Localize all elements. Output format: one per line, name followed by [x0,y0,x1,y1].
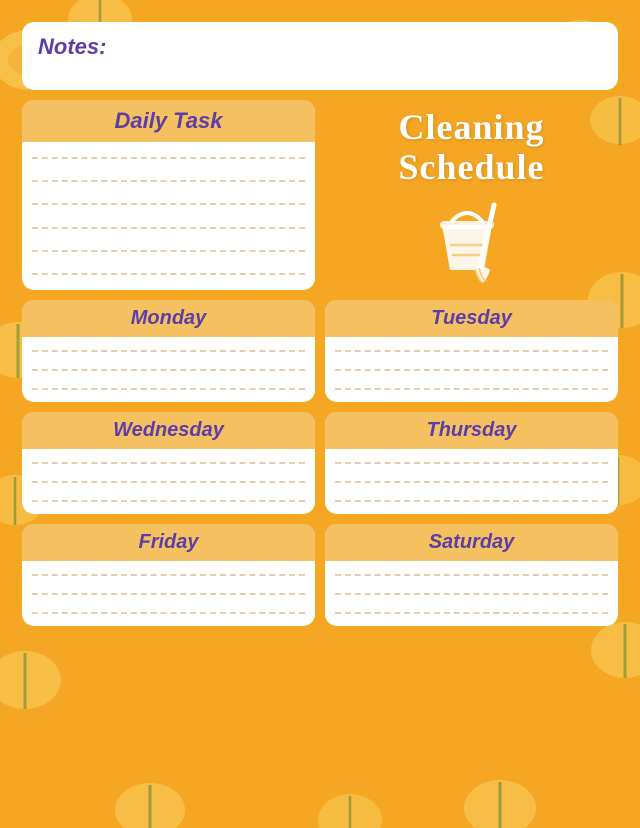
friday-card: Friday [22,524,315,626]
tuesday-card: Tuesday [325,300,618,402]
line [32,388,305,390]
thursday-label: Thursday [426,419,516,441]
line-6 [32,273,305,275]
cleaning-line2: Schedule [398,147,544,187]
saturday-card: Saturday [325,524,618,626]
line [32,350,305,352]
cleaning-icon [422,195,522,290]
notes-label: Notes: [38,34,106,59]
friday-header: Friday [22,524,315,561]
daily-task-header: Daily Task [22,100,315,142]
line-1 [32,157,305,159]
line [335,388,608,390]
daily-task-lines [22,142,315,290]
tuesday-header: Tuesday [325,300,618,337]
line [335,369,608,371]
friday-lines [22,561,315,626]
line [32,593,305,595]
title-area: Cleaning Schedule [325,100,618,290]
saturday-lines [325,561,618,626]
monday-label: Monday [131,307,207,329]
line [32,462,305,464]
line [32,500,305,502]
saturday-label: Saturday [429,531,515,553]
line [335,462,608,464]
thursday-header: Thursday [325,412,618,449]
line-3 [32,203,305,205]
line-4 [32,227,305,229]
wednesday-card: Wednesday [22,412,315,514]
main-content: Notes: Daily Task Cleaning [22,22,618,626]
wednesday-label: Wednesday [113,419,224,441]
cleaning-title: Cleaning Schedule [398,108,544,187]
thursday-card: Thursday [325,412,618,514]
top-row: Daily Task Cleaning Schedule [22,100,618,290]
page: Notes: Daily Task Cleaning [0,0,640,828]
saturday-header: Saturday [325,524,618,561]
line [335,481,608,483]
friday-label: Friday [138,531,198,553]
line-5 [32,250,305,252]
daily-task-card: Daily Task [22,100,315,290]
line [335,574,608,576]
line [335,593,608,595]
thursday-lines [325,449,618,514]
line [335,612,608,614]
tuesday-label: Tuesday [431,307,512,329]
line-2 [32,180,305,182]
line [32,369,305,371]
line [32,481,305,483]
tuesday-lines [325,337,618,402]
line [335,500,608,502]
daily-task-label: Daily Task [114,108,222,133]
cleaning-line1: Cleaning [398,107,544,147]
line [335,350,608,352]
days-grid: Monday Tuesday [22,300,618,626]
monday-header: Monday [22,300,315,337]
line [32,612,305,614]
notes-box: Notes: [22,22,618,90]
wednesday-lines [22,449,315,514]
monday-card: Monday [22,300,315,402]
line [32,574,305,576]
monday-lines [22,337,315,402]
wednesday-header: Wednesday [22,412,315,449]
